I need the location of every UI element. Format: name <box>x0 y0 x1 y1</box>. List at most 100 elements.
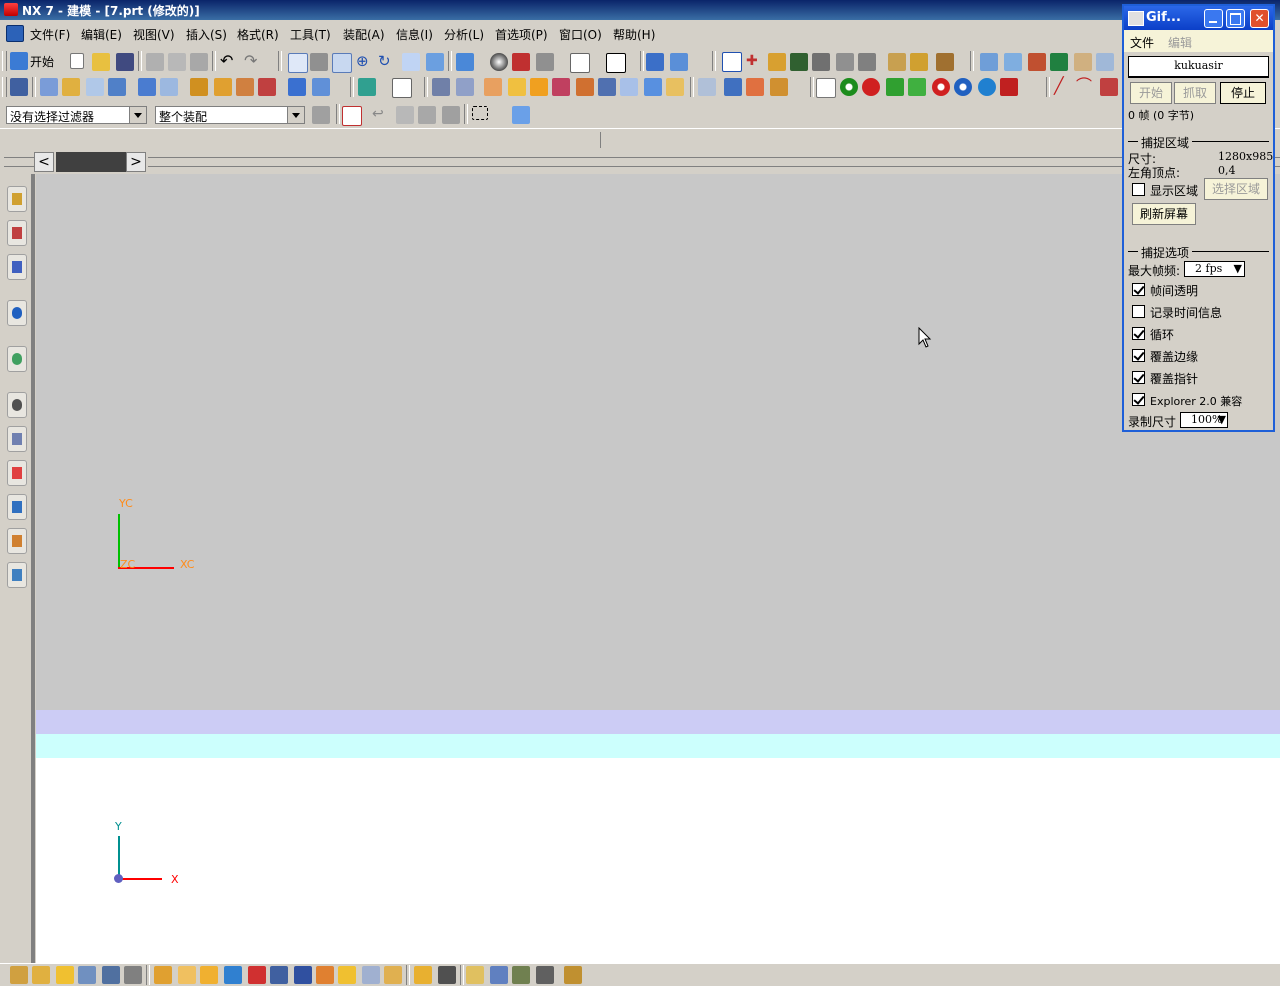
green-circle-icon[interactable] <box>840 78 858 96</box>
menu-info[interactable]: 信息(I) <box>396 26 433 43</box>
new-file-icon[interactable] <box>70 53 84 69</box>
constraint-icon[interactable] <box>770 78 788 96</box>
navigator-icon[interactable] <box>10 78 28 96</box>
pan-icon[interactable] <box>402 53 420 71</box>
red-gear-icon[interactable] <box>862 78 880 96</box>
copy-icon[interactable] <box>168 53 186 71</box>
process-studio-button[interactable] <box>7 494 27 520</box>
graphics-lower-area[interactable] <box>36 758 1280 963</box>
patch-icon[interactable] <box>644 78 662 96</box>
assembly-icon[interactable] <box>724 78 742 96</box>
chevron-down-icon[interactable] <box>287 107 304 123</box>
bottom-tool-20-icon[interactable] <box>466 966 484 984</box>
bottom-tool-1-icon[interactable] <box>10 966 28 984</box>
boss-icon[interactable] <box>108 78 126 96</box>
pattern-icon[interactable] <box>508 78 526 96</box>
curve-icon[interactable] <box>1100 78 1118 96</box>
bottom-tool-14-icon[interactable] <box>316 966 334 984</box>
orient-view-icon[interactable] <box>426 53 444 71</box>
scroll-right-icon[interactable]: > <box>126 152 146 172</box>
shaft-icon[interactable] <box>908 78 926 96</box>
edge-blend-icon[interactable] <box>190 78 208 96</box>
bottom-tool-24-icon[interactable] <box>564 966 582 984</box>
wrap-icon[interactable] <box>666 78 684 96</box>
bottom-tool-19-icon[interactable] <box>438 966 456 984</box>
toolbar-grip[interactable] <box>2 51 7 71</box>
loop-checkbox[interactable] <box>1132 327 1145 340</box>
reuse-library-button[interactable] <box>7 300 27 326</box>
menu-assembly[interactable]: 装配(A) <box>343 26 385 43</box>
trim-body-icon[interactable] <box>432 78 450 96</box>
menu-insert[interactable]: 插入(S) <box>186 26 227 43</box>
scale-icon[interactable] <box>576 78 594 96</box>
curvature-icon[interactable] <box>1050 53 1068 71</box>
roles-button[interactable] <box>7 528 27 554</box>
menu-file[interactable]: 文件(F) <box>30 26 70 43</box>
gear-icon[interactable] <box>978 78 996 96</box>
shaded-icon[interactable] <box>490 53 508 71</box>
blank-sheet-icon[interactable] <box>816 78 836 98</box>
assembly-scope-dropdown[interactable]: 整个装配 <box>155 106 305 124</box>
datum-plane-icon[interactable] <box>358 78 376 96</box>
surface-icon[interactable] <box>980 53 998 71</box>
undo-icon[interactable]: ↶ <box>220 53 238 71</box>
bottom-tool-4-icon[interactable] <box>78 966 96 984</box>
arc-icon[interactable]: ⌒ <box>1076 78 1094 96</box>
system-scene-button[interactable] <box>7 562 27 588</box>
minimize-icon[interactable] <box>1204 9 1223 28</box>
open-folder-icon[interactable] <box>92 53 110 71</box>
mirror-icon[interactable] <box>484 78 502 96</box>
bottom-tool-13-icon[interactable] <box>294 966 312 984</box>
record-size-dropdown[interactable]: 100% ▼ <box>1180 412 1228 428</box>
draft-icon[interactable] <box>258 78 276 96</box>
tangent-icon[interactable] <box>442 106 460 124</box>
explorer-compat-checkbox[interactable] <box>1132 393 1145 406</box>
history-button[interactable] <box>7 392 27 418</box>
paste-icon[interactable] <box>190 53 208 71</box>
bottom-tool-10-icon[interactable] <box>224 966 242 984</box>
chevron-down-icon[interactable] <box>129 107 146 123</box>
sketch-icon[interactable] <box>392 78 412 98</box>
start-button[interactable]: 开始 <box>30 53 54 70</box>
bottom-tool-15-icon[interactable] <box>338 966 356 984</box>
assembly-navigator-button[interactable] <box>7 186 27 212</box>
overlay-border-checkbox[interactable] <box>1132 349 1145 362</box>
slope-icon[interactable] <box>1096 53 1114 71</box>
offset-icon[interactable] <box>530 78 548 96</box>
bottom-tool-7-icon[interactable] <box>154 966 172 984</box>
spring-icon[interactable] <box>886 78 904 96</box>
menu-view[interactable]: 视图(V) <box>133 26 175 43</box>
menu-window[interactable]: 窗口(O) <box>559 26 602 43</box>
max-fps-dropdown[interactable]: 2 fps ▼ <box>1184 261 1245 277</box>
constraint-navigator-button[interactable] <box>7 220 27 246</box>
show-area-checkbox[interactable] <box>1132 183 1145 196</box>
chain-icon[interactable] <box>418 106 436 124</box>
web-browser-button[interactable] <box>7 346 27 372</box>
gif-capture-button[interactable]: 抓取 <box>1174 82 1216 104</box>
palette-button[interactable] <box>7 460 27 486</box>
analysis-icon[interactable] <box>1028 53 1046 71</box>
render-style-icon[interactable] <box>456 53 474 71</box>
layer-icon[interactable] <box>570 53 590 73</box>
app-menu-icon[interactable] <box>6 25 24 42</box>
bottom-tool-5-icon[interactable] <box>102 966 120 984</box>
cube-view-icon[interactable] <box>512 106 530 124</box>
back-icon[interactable]: ↩ <box>372 106 390 124</box>
thicken-icon[interactable] <box>552 78 570 96</box>
snap-point-icon[interactable]: ✚ <box>746 53 764 71</box>
rectangle-select-icon[interactable] <box>472 106 488 120</box>
menu-help[interactable]: 帮助(H) <box>613 26 655 43</box>
part-navigator-button[interactable] <box>7 254 27 280</box>
toolbar-grip[interactable] <box>2 77 7 97</box>
gif-stop-button[interactable]: 停止 <box>1220 82 1266 104</box>
bottom-tool-8-icon[interactable] <box>178 966 196 984</box>
gif-menu-edit[interactable]: 编辑 <box>1168 34 1192 51</box>
bottom-tool-3-icon[interactable] <box>56 966 74 984</box>
wcs-icon[interactable] <box>646 53 664 71</box>
rotate-icon[interactable]: ↻ <box>378 53 396 71</box>
menu-tools[interactable]: 工具(T) <box>290 26 331 43</box>
zoom-window-icon[interactable] <box>310 53 328 71</box>
filter-settings-icon[interactable] <box>312 106 330 124</box>
hidden-edges-icon[interactable] <box>536 53 554 71</box>
bottom-tool-16-icon[interactable] <box>362 966 380 984</box>
